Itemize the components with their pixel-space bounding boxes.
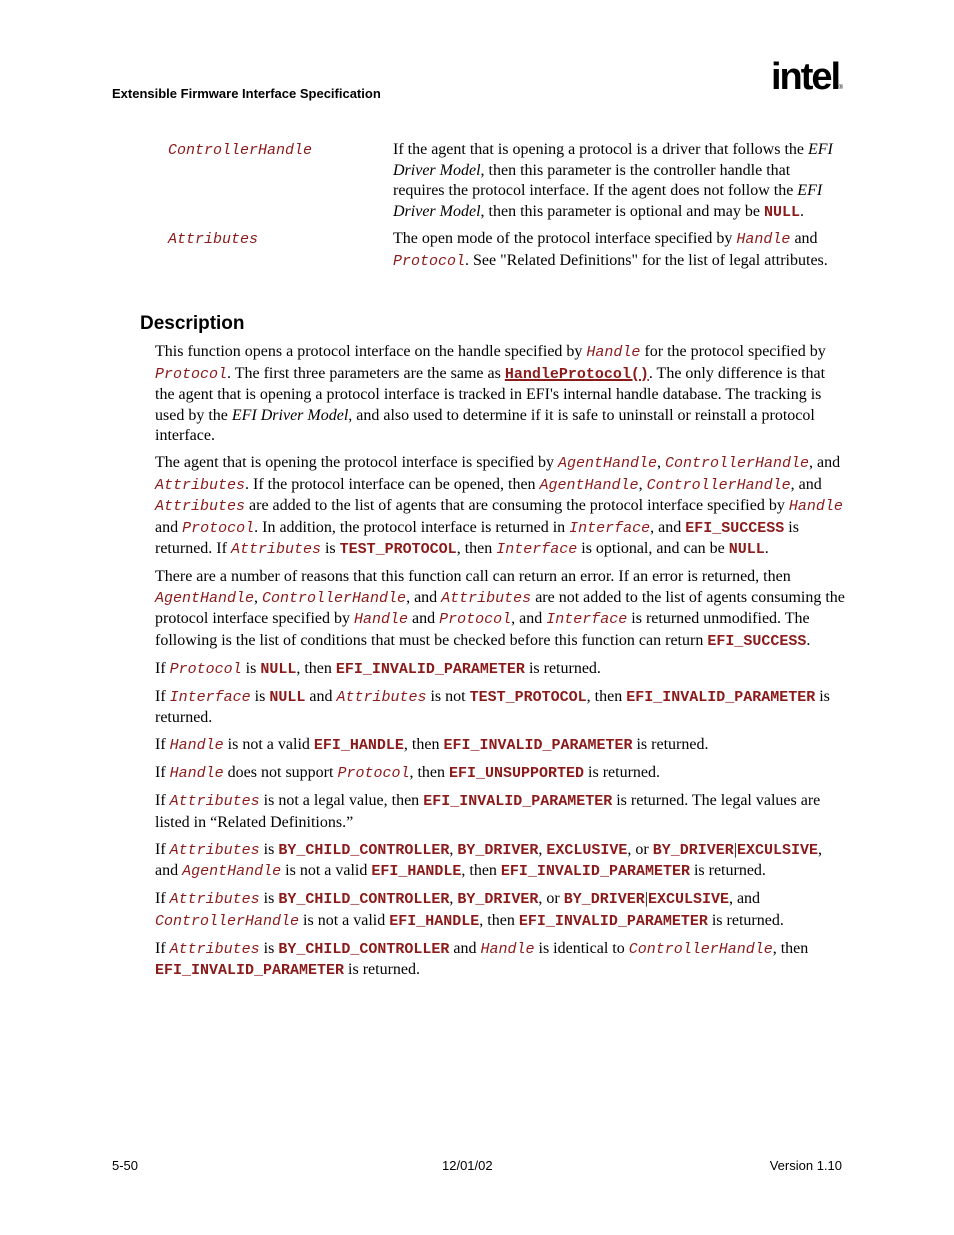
argument-name: Attributes (336, 688, 427, 706)
keyword-constant: BY_CHILD_CONTROLLER (278, 891, 450, 908)
argument-name: Protocol (393, 252, 466, 270)
keyword-constant: EFI_HANDLE (389, 912, 480, 930)
keyword-constant: EFI_HANDLE (313, 737, 404, 754)
argument-name: AgentHandle (557, 455, 658, 472)
description-body: This function opens a protocol interface… (155, 342, 845, 988)
keyword-constant: BY_DRIVER (563, 891, 645, 908)
parameter-list: ControllerHandle If the agent that is op… (168, 140, 848, 278)
keyword-constant: EXCULSIVE (647, 891, 729, 908)
footer-date: 12/01/02 (442, 1158, 493, 1173)
argument-name: Interface (169, 688, 251, 706)
keyword-constant: BY_DRIVER (457, 891, 539, 908)
keyword-constant: EFI_INVALID_PARAMETER (500, 863, 690, 880)
keyword-constant: BY_DRIVER (457, 841, 539, 859)
condition-item: If Handle is not a valid EFI_HANDLE, the… (155, 736, 709, 754)
argument-name: Handle (788, 498, 843, 515)
condition-item: If Attributes is BY_CHILD_CONTROLLER, BY… (155, 840, 822, 881)
keyword-constant: EFI_INVALID_PARAMETER (626, 688, 816, 706)
keyword-constant: NULL (764, 203, 801, 221)
argument-name: Handle (354, 611, 409, 628)
argument-name: Attributes (441, 589, 532, 607)
keyword-constant: TEST_PROTOCOL (469, 688, 587, 706)
emphasis-text: EFI Driver Model (393, 182, 823, 220)
registered-mark: ® (838, 85, 843, 91)
argument-name: Interface (546, 611, 628, 628)
keyword-constant: EFI_SUCCESS (707, 632, 807, 650)
condition-item: If Protocol is NULL, then EFI_INVALID_PA… (155, 659, 601, 678)
keyword-constant: EFI_INVALID_PARAMETER (155, 962, 345, 979)
argument-name: ControllerHandle (665, 455, 810, 472)
keyword-constant: BY_CHILD_CONTROLLER (278, 940, 450, 958)
condition-item: If Attributes is BY_CHILD_CONTROLLER, BY… (155, 890, 784, 930)
keyword-constant: NULL (260, 660, 297, 678)
argument-name: Interface (569, 519, 651, 537)
argument-name: ControllerHandle (262, 589, 407, 607)
parameter-description: The open mode of the protocol interface … (393, 230, 828, 270)
argument-name: Protocol (169, 660, 242, 678)
parameter-description: If the agent that is opening a protocol … (393, 141, 833, 221)
condition-item: If Attributes is not a legal value, then… (155, 792, 821, 831)
argument-name: Handle (480, 940, 535, 958)
keyword-constant: BY_CHILD_CONTROLLER (278, 841, 450, 859)
emphasis-text: EFI Driver Model (231, 406, 349, 424)
argument-name: AgentHandle (539, 476, 639, 494)
keyword-constant: TEST_PROTOCOL (339, 541, 457, 558)
intel-logo: intel ® (771, 57, 843, 101)
keyword-constant: EFI_HANDLE (371, 863, 462, 880)
logo-wordmark: intel (771, 56, 841, 98)
condition-item: If Attributes is BY_CHILD_CONTROLLER and… (155, 939, 809, 980)
emphasis-text: EFI Driver Model (393, 141, 833, 179)
keyword-constant: EXCULSIVE (736, 841, 818, 859)
argument-name: ControllerHandle (155, 912, 300, 930)
argument-name: Handle (169, 737, 224, 754)
argument-name: Handle (736, 231, 791, 248)
argument-name: Attributes (230, 541, 321, 558)
document-title: Extensible Firmware Interface Specificat… (112, 86, 381, 101)
keyword-constant: NULL (269, 688, 306, 706)
argument-name: Protocol (155, 365, 228, 383)
keyword-constant: EXCLUSIVE (546, 841, 628, 859)
argument-name: Handle (586, 344, 641, 361)
argument-name: Attributes (169, 793, 260, 810)
condition-item: If Interface is NULL and Attributes is n… (155, 687, 830, 727)
argument-name: AgentHandle (155, 589, 255, 607)
section-heading-description: Description (140, 313, 245, 334)
argument-name: Protocol (337, 765, 410, 782)
footer-version: Version 1.10 (769, 1158, 842, 1173)
argument-name: Protocol (182, 519, 255, 537)
keyword-constant: EFI_SUCCESS (685, 519, 785, 537)
argument-name: Attributes (169, 891, 260, 908)
argument-name: Attributes (169, 940, 260, 958)
function-link[interactable]: HandleProtocol() (505, 366, 649, 383)
argument-name: AgentHandle (182, 863, 282, 880)
parameter-name: ControllerHandle (168, 142, 313, 159)
argument-name: ControllerHandle (646, 476, 791, 494)
parameter-row: Attributes The open mode of the protocol… (168, 229, 848, 272)
keyword-constant: NULL (728, 541, 765, 558)
keyword-constant: BY_DRIVER (652, 841, 734, 859)
argument-name: ControllerHandle (628, 940, 773, 958)
paragraph: The agent that is opening the protocol i… (155, 454, 843, 558)
argument-name: Interface (496, 541, 578, 558)
argument-name: Attributes (169, 841, 260, 859)
argument-name: Attributes (155, 476, 246, 494)
condition-item: If Handle does not support Protocol, the… (155, 764, 661, 782)
keyword-constant: EFI_INVALID_PARAMETER (518, 912, 708, 930)
argument-name: Attributes (155, 498, 246, 515)
parameter-name: Attributes (168, 231, 259, 248)
page-number: 5-50 (112, 1158, 139, 1173)
keyword-constant: EFI_INVALID_PARAMETER (443, 737, 633, 754)
paragraph: This function opens a protocol interface… (155, 343, 826, 444)
keyword-constant: EFI_INVALID_PARAMETER (423, 793, 613, 810)
keyword-constant: EFI_INVALID_PARAMETER (335, 660, 525, 678)
parameter-row: ControllerHandle If the agent that is op… (168, 140, 848, 223)
argument-name: Protocol (439, 611, 512, 628)
argument-name: Handle (169, 765, 224, 782)
keyword-constant: EFI_UNSUPPORTED (449, 765, 585, 782)
paragraph: There are a number of reasons that this … (155, 568, 845, 650)
